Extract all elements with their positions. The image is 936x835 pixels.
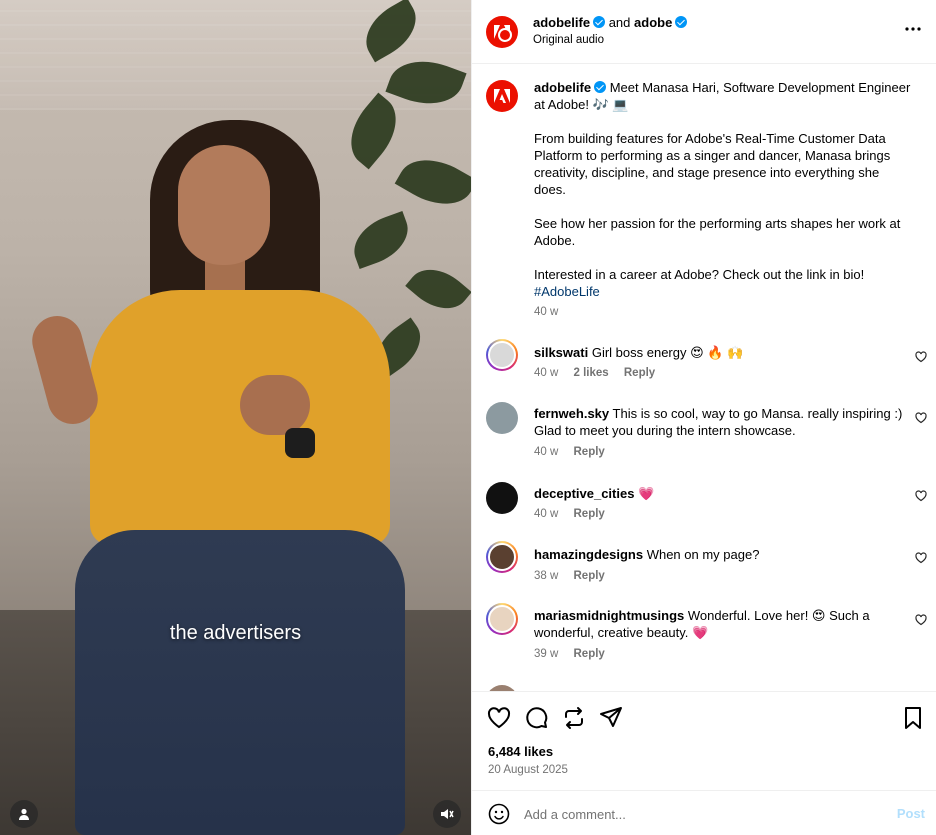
post-actions: 6,484 likes 20 August 2025 (472, 691, 936, 790)
post-panel: adobelife and adobe Original audio adobe… (471, 0, 936, 835)
heart-icon[interactable] (915, 552, 927, 564)
heart-icon[interactable] (486, 705, 512, 731)
caption-paragraph-2: See how her passion for the performing a… (534, 216, 901, 248)
person-arm-right (240, 375, 310, 435)
avatar[interactable] (486, 541, 518, 573)
comment-username[interactable]: deceptive_cities (534, 486, 634, 501)
audio-link[interactable]: Original audio (533, 34, 604, 46)
repost-icon[interactable] (561, 705, 587, 731)
bookmark-icon[interactable] (900, 705, 926, 731)
likes-count[interactable]: 6,484 likes (488, 744, 553, 759)
comment-text-row: silkswati Girl boss energy 😍 🔥 🙌 (534, 344, 904, 361)
reply-button[interactable]: Reply (624, 367, 655, 379)
comment-username[interactable]: hamazingdesigns (534, 547, 643, 562)
post-caption: adobelife Meet Manasa Hari, Software Dev… (534, 79, 914, 321)
avatar[interactable] (486, 603, 518, 635)
speaker-muted-icon (441, 809, 454, 819)
heart-icon[interactable] (915, 412, 927, 424)
heart-icon[interactable] (915, 614, 927, 626)
caption-author-link[interactable]: adobelife (534, 80, 591, 95)
more-horizontal-icon (905, 27, 921, 31)
mute-button[interactable] (433, 800, 461, 828)
post-age: 40 w (534, 306, 559, 318)
comment-meta: 40 w Reply (534, 508, 617, 520)
comment-text-row: hamazingdesigns When on my page? (534, 546, 904, 563)
reply-button[interactable]: Reply (574, 446, 605, 458)
verified-badge-icon (675, 16, 688, 28)
comment-username[interactable]: fernweh.sky (534, 406, 609, 421)
watch (285, 428, 315, 458)
post-header: adobelife and adobe Original audio (472, 0, 936, 64)
smiley-icon[interactable] (488, 803, 510, 825)
person-icon (19, 808, 29, 820)
adobe-logo-icon (494, 89, 510, 103)
reel-video[interactable]: the advertisers (0, 0, 471, 835)
person-shirt (90, 290, 390, 545)
reply-button[interactable]: Reply (574, 508, 605, 520)
avatar[interactable] (486, 339, 518, 371)
header-connector: and (608, 15, 631, 30)
comment-text-row: mariasmidnightmusings Wonderful. Love he… (534, 607, 904, 641)
post-date: 20 August 2025 (488, 764, 568, 776)
comment-icon[interactable] (524, 705, 550, 731)
hashtag-link[interactable]: #AdobeLife (534, 284, 600, 299)
person-face (178, 145, 270, 265)
comment-username[interactable]: silkswati (534, 345, 588, 360)
adobe-collab-avatar (498, 28, 512, 42)
verified-badge-icon (593, 16, 606, 28)
more-options-button[interactable] (905, 20, 921, 31)
comment-text: When on my page? (646, 547, 760, 562)
tagged-users-button[interactable] (10, 800, 38, 828)
verified-badge-icon (594, 81, 607, 93)
comment-username[interactable]: mariasmidnightmusings (534, 608, 684, 623)
comment-text-row: fernweh.sky This is so cool, way to go M… (534, 405, 904, 439)
comment-composer: Post (472, 790, 936, 835)
header-collaborator-link[interactable]: adobe (634, 15, 672, 30)
heart-icon[interactable] (915, 351, 927, 363)
header-authors: adobelife and adobe (533, 15, 688, 30)
person-jeans (75, 530, 405, 835)
comments-scroll[interactable]: adobelife Meet Manasa Hari, Software Dev… (472, 65, 936, 691)
reply-button[interactable]: Reply (574, 570, 605, 582)
post-author-avatar[interactable] (486, 80, 518, 112)
comment-meta: 40 w Reply (534, 446, 617, 458)
comment-likes[interactable]: 2 likes (574, 367, 609, 379)
video-caption: the advertisers (169, 622, 302, 644)
comment-age: 40 w (534, 508, 559, 520)
header-author-link[interactable]: adobelife (533, 15, 590, 30)
comment-meta: 40 w 2 likes Reply (534, 367, 667, 379)
avatar[interactable] (486, 482, 518, 514)
comment-age: 39 w (534, 648, 559, 660)
send-icon[interactable] (598, 705, 624, 731)
comment-text-row: deceptive_cities 💗 (534, 485, 904, 502)
comment-meta: 39 w Reply (534, 648, 617, 660)
reply-button[interactable]: Reply (574, 648, 605, 660)
comment-age: 40 w (534, 367, 559, 379)
comment-age: 38 w (534, 570, 559, 582)
comment-text: 💗 (638, 486, 655, 501)
comment-meta: 38 w Reply (534, 570, 617, 582)
comment-text: Girl boss energy 😍 🔥 🙌 (591, 345, 744, 360)
avatar[interactable] (486, 402, 518, 434)
caption-paragraph-3: Interested in a career at Adobe? Check o… (534, 267, 865, 282)
comment-input[interactable] (524, 803, 854, 825)
heart-icon[interactable] (915, 490, 927, 502)
caption-paragraph-1: From building features for Adobe's Real-… (534, 131, 891, 197)
comment-age: 40 w (534, 446, 559, 458)
post-comment-button[interactable]: Post (897, 806, 925, 821)
